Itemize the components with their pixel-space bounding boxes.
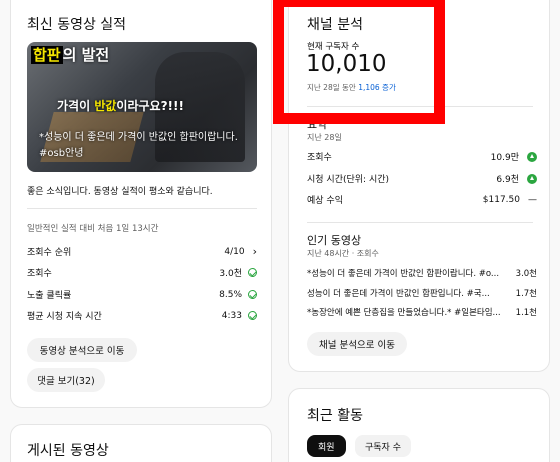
popular-video-item[interactable]: *성능이 더 좋은데 가격이 반값인 합판이랍니다. #o... 3.0천: [307, 267, 537, 279]
performance-subtitle: 일반적인 실적 대비 처음 1일 13시간: [27, 224, 159, 234]
summary-label: 예상 수익: [307, 196, 343, 206]
thumbnail-overlay-2a: 가격이: [57, 99, 95, 113]
thumbnail-title: *성능이 더 좋은데 가격이 반값인 합판이랍니다. #osb안녕: [39, 132, 238, 159]
popular-video-title: 성능이 더 좋은데 가격이 반값인 합판입니다. #국...: [307, 289, 490, 299]
thumbnail-overlay-2c: 이라구요?!!!: [116, 99, 184, 113]
metric-value: 4:33: [221, 310, 242, 321]
latest-video-card: 최신 동영상 실적 합판 의 발전 가격이 반값이라구요?!!! *성능이 더 좋…: [10, 0, 272, 408]
metric-avg-duration: 평균 시청 지속 시간 4:33: [27, 309, 257, 322]
highlight-box: [273, 0, 445, 124]
channel-analytics-button[interactable]: 채널 분석으로 이동: [307, 332, 407, 356]
tab-members[interactable]: 회원: [307, 435, 346, 457]
thumbnail-overlay-text: 의 발전: [62, 46, 110, 64]
check-circle-icon: [248, 268, 257, 277]
video-analytics-button[interactable]: 동영상 분석으로 이동: [27, 338, 137, 362]
performance-message: 좋은 소식입니다. 동영상 실적이 평소와 같습니다.: [27, 187, 213, 197]
summary-watch-time: 시청 시간(단위: 시간) 6.9천: [307, 172, 537, 185]
popular-video-title: *성능이 더 좋은데 가격이 반값인 합판이랍니다. #o...: [307, 269, 500, 279]
metric-value: 4/10: [224, 246, 245, 257]
recent-activity-title: 최근 활동: [307, 408, 363, 424]
arrow-up-icon: [527, 173, 537, 184]
summary-label: 시청 시간(단위: 시간): [307, 175, 390, 185]
metric-value: 3.0천: [219, 269, 242, 279]
check-circle-icon: [248, 290, 257, 299]
chevron-right-icon: ›: [252, 245, 257, 258]
arrow-up-icon: [527, 151, 537, 162]
metric-ctr: 노출 클릭률 8.5%: [27, 288, 257, 301]
summary-revenue: 예상 수익 $117.50 —: [307, 193, 537, 207]
divider: [307, 222, 533, 223]
popular-video-item[interactable]: *농장안에 예쁜 단층집을 만들었습니다.* #일본타임... 1.1천: [307, 306, 537, 318]
published-videos-card: 게시된 동영상: [10, 424, 272, 462]
popular-videos-subtitle: 지난 48시간 · 조회수: [307, 249, 379, 258]
view-comments-button[interactable]: 댓글 보기(32): [27, 368, 105, 392]
metric-value: 8.5%: [219, 289, 242, 300]
summary-value: $117.50: [482, 194, 520, 205]
metric-label: 노출 클릭률: [27, 291, 72, 301]
summary-label: 조회수: [307, 153, 332, 163]
metric-label: 평균 시청 지속 시간: [27, 312, 102, 322]
popular-video-value: 3.0천: [515, 269, 537, 279]
summary-value: 6.9천: [496, 175, 519, 185]
metric-label: 조회수: [27, 269, 52, 279]
popular-video-value: 1.1천: [515, 308, 537, 318]
metric-views: 조회수 3.0천: [27, 266, 257, 279]
check-circle-icon: [248, 311, 257, 320]
tab-subscribers[interactable]: 구독자 수: [355, 435, 411, 457]
divider: [27, 208, 257, 209]
latest-video-title: 최신 동영상 실적: [27, 17, 127, 33]
popular-video-value: 1.7천: [515, 289, 537, 299]
popular-video-item[interactable]: 성능이 더 좋은데 가격이 반값인 합판입니다. #국... 1.7천: [307, 287, 537, 299]
summary-views: 조회수 10.9만: [307, 150, 537, 163]
thumbnail-overlay-2b: 반값: [94, 99, 117, 113]
thumbnail-overlay-highlight: 합판: [31, 46, 63, 64]
published-videos-title: 게시된 동영상: [27, 443, 109, 459]
metric-label: 조회수 순위: [27, 248, 72, 258]
summary-period: 지난 28일: [307, 133, 342, 142]
video-thumbnail[interactable]: 합판 의 발전 가격이 반값이라구요?!!! *성능이 더 좋은데 가격이 반값인…: [27, 42, 257, 172]
popular-video-title: *농장안에 예쁜 단층집을 만들었습니다.* #일본타임...: [307, 308, 501, 318]
metric-rank[interactable]: 조회수 순위 4/10 ›: [27, 245, 257, 258]
summary-value: 10.9만: [490, 153, 519, 163]
recent-activity-card: 최근 활동 회원 구독자 수: [288, 388, 550, 462]
dash-icon: —: [528, 194, 537, 205]
popular-videos-title: 인기 동영상: [307, 234, 362, 247]
